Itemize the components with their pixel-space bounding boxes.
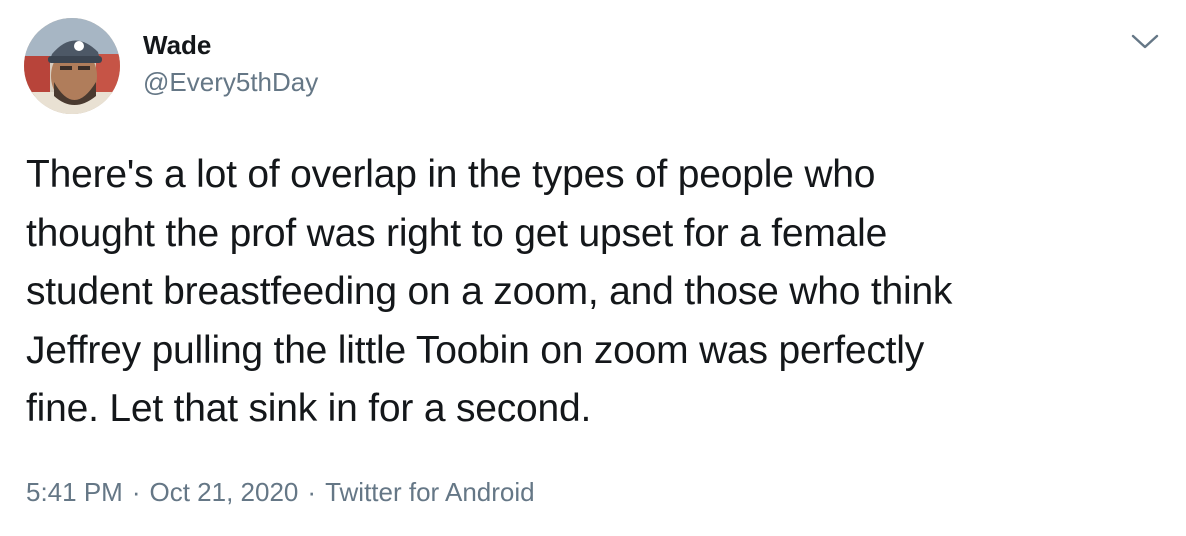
- tweet-text-line: student breastfeeding on a zoom, and tho…: [26, 270, 953, 314]
- author-handle[interactable]: @Every5thDay: [143, 65, 318, 99]
- tweet-text-line: thought the prof was right to get upset …: [26, 211, 888, 255]
- author-block: Wade @Every5thDay: [143, 28, 318, 99]
- tweet-time: 5:41 PM: [26, 477, 123, 507]
- tweet-text-line: Jeffrey pulling the little Toobin on zoo…: [26, 328, 925, 372]
- tweet-date: Oct 21, 2020: [149, 477, 299, 507]
- more-options-button[interactable]: [1128, 28, 1162, 56]
- avatar[interactable]: [24, 18, 120, 114]
- tweet-timestamp-link[interactable]: 5:41 PM · Oct 21, 2020: [26, 477, 298, 507]
- tweet-text: There's a lot of overlap in the types of…: [26, 146, 1146, 439]
- meta-separator: ·: [131, 477, 141, 507]
- tweet-text-line: There's a lot of overlap in the types of…: [26, 153, 876, 196]
- meta-separator: ·: [307, 477, 317, 507]
- tweet-source-link[interactable]: Twitter for Android: [325, 477, 535, 507]
- chevron-down-icon: [1131, 34, 1159, 49]
- avatar-photo-icon: [24, 18, 120, 114]
- tweet-text-line: fine. Let that sink in for a second.: [26, 387, 592, 431]
- tweet-card: Wade @Every5thDay There's a lot of overl…: [0, 0, 1186, 536]
- tweet-metadata: 5:41 PM · Oct 21, 2020 · Twitter for Android: [26, 474, 535, 510]
- author-display-name[interactable]: Wade: [143, 28, 318, 62]
